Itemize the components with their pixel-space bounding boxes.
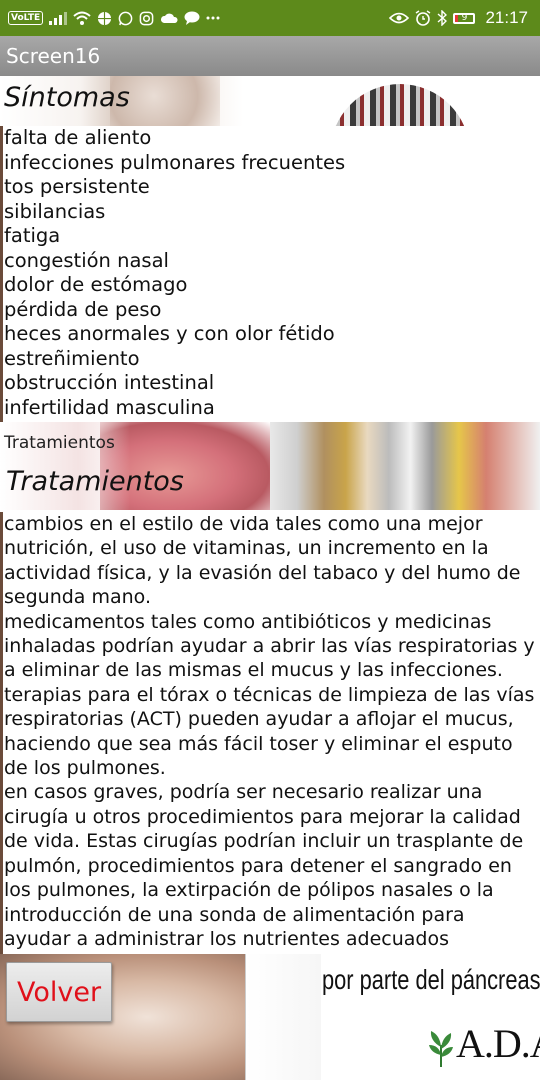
eye-icon	[389, 12, 410, 24]
status-bar-right: 9 21:17	[389, 8, 528, 28]
status-bar-left: VoLTE	[8, 11, 220, 26]
symptoms-list: falta de aliento infecciones pulmonares …	[0, 126, 540, 422]
anatomy-image	[330, 84, 470, 126]
back-button[interactable]: Volver	[6, 962, 112, 1022]
battery-level: 9	[461, 13, 468, 23]
treatment-paragraph: terapias para el tórax o técnicas de lim…	[4, 683, 535, 780]
more-icon	[206, 16, 220, 20]
list-item: dolor de estómago	[4, 273, 188, 296]
logo-text: A.D.A.M.	[456, 1021, 540, 1066]
status-time: 21:17	[485, 8, 528, 27]
list-item: congestión nasal	[4, 248, 169, 272]
treatment-paragraph: medicamentos tales como antibióticos y m…	[4, 610, 535, 682]
adam-logo: A.D.A.M.	[428, 1020, 540, 1067]
list-item: obstrucción intestinal	[4, 371, 215, 394]
list-item: fatiga	[4, 224, 61, 247]
wifi-icon	[73, 11, 91, 25]
treatment-paragraph: cambios en el estilo de vida tales como …	[4, 513, 521, 609]
whatsapp-icon	[118, 11, 133, 26]
symptoms-heading: Síntomas	[4, 82, 130, 113]
list-item: falta de aliento	[4, 126, 152, 149]
treatments-label: Tratamientos	[4, 433, 115, 453]
leaf-icon	[429, 1031, 453, 1067]
list-item: sibilancias	[4, 199, 106, 223]
chat-icon	[184, 11, 200, 25]
treatments-heading: Tratamientos	[6, 466, 184, 497]
app-title-bar: Screen16	[0, 36, 540, 76]
list-item: estreñimiento	[4, 346, 140, 370]
signal-icon	[49, 11, 68, 25]
list-item: heces anormales y con olor fétido	[4, 322, 335, 345]
list-item: tos persistente	[4, 175, 150, 198]
basketball-icon	[97, 11, 112, 26]
image-caption: por parte del páncreas	[322, 964, 540, 995]
footer-area: Volver por parte del páncreas A.D.A.M.	[0, 954, 540, 1080]
cloud-icon	[160, 12, 178, 24]
instagram-icon	[139, 11, 154, 26]
status-bar: VoLTE 9 21:17	[0, 0, 540, 36]
bluetooth-icon	[437, 10, 448, 26]
list-item: pérdida de peso	[4, 297, 162, 321]
image-divider	[245, 954, 321, 1080]
volte-icon: VoLTE	[8, 11, 44, 25]
screen-title: Screen16	[6, 44, 101, 68]
treatment-paragraph: en casos graves, podría ser necesario re…	[4, 781, 524, 950]
list-item: infecciones pulmonares frecuentes	[4, 150, 346, 174]
list-item: infertilidad masculina	[4, 395, 215, 419]
battery-icon: 9	[453, 12, 476, 24]
spine-image	[270, 422, 540, 510]
treatments-text: cambios en el estilo de vida tales como …	[0, 512, 540, 954]
alarm-icon	[415, 10, 431, 26]
